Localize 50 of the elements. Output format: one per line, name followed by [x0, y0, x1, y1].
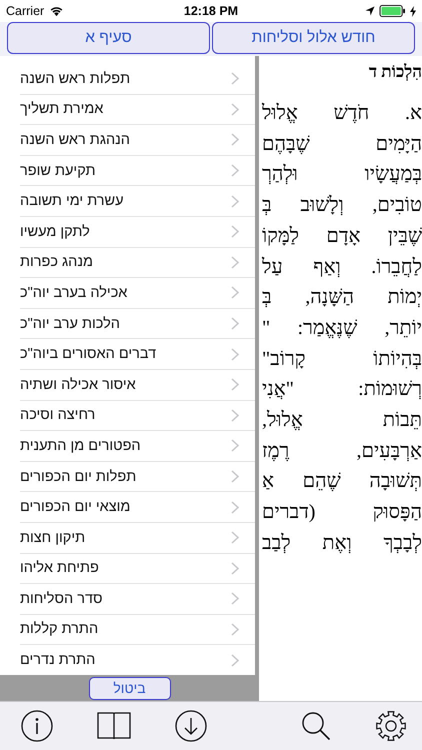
chapter-title: הִלְכוֹת ד [368, 62, 422, 83]
text-line: אַרְבָּעִים, רֶמֶז [262, 438, 422, 464]
text-line: רְשׁוּמוֹת: "אֲנִי [262, 377, 422, 402]
chevron-icon [231, 654, 239, 667]
chevron-icon [231, 562, 239, 575]
clock-time: 12:18 PM [184, 4, 238, 18]
text-line: תֵּבוֹת אֱלוּל, [262, 408, 422, 434]
info-icon[interactable] [21, 710, 53, 742]
text-line: יְמוֹת הַשָּׁנָה, בְּ [262, 285, 422, 310]
search-icon[interactable] [301, 711, 331, 741]
text-line: לַחֲבֵרוֹ. וְאַף עַל [262, 254, 422, 280]
chevron-icon [231, 531, 239, 544]
text-line: בְּהִיוֹתוֹ קָרוֹב" [262, 346, 422, 372]
chevron-icon [231, 72, 239, 86]
location-arrow-icon [364, 6, 375, 16]
chevron-icon [231, 286, 239, 300]
chevron-icon [231, 348, 239, 361]
chevron-icon [231, 225, 239, 238]
settings-icon[interactable] [375, 710, 407, 742]
chevron-icon [231, 470, 239, 484]
text-line: שֶׁבֵּין אָדָם לַמָּקוֹ [262, 224, 422, 249]
text-line: יוֹתֵר, שֶׁנֶּאֱמַר: " [262, 316, 422, 341]
chevron-icon [231, 592, 239, 606]
battery-icon [378, 5, 406, 17]
chevron-icon [231, 622, 239, 636]
chevron-icon [231, 408, 239, 422]
carrier-name: Carrier [6, 4, 44, 18]
chevron-icon [231, 378, 239, 392]
cancel-button[interactable]: ביטול [88, 676, 170, 700]
text-line: לְבָבְךָ וְאֶת לְבַב [262, 530, 422, 556]
text-line: א. חֹדֶשׁ אֱלוּל [262, 101, 422, 126]
chevron-icon [231, 164, 239, 178]
text-line: הַפָּסוּק (דברים [262, 500, 422, 526]
header-button[interactable]: חודש אלול וסליחות [212, 22, 415, 54]
charging-bolt-icon [410, 6, 416, 16]
text-line: טוֹבִים, וְלָשׁוּב בְּ [262, 193, 422, 218]
download-icon[interactable] [175, 710, 207, 742]
chevron-icon [231, 102, 239, 116]
book-icon[interactable] [97, 710, 131, 742]
header-button[interactable]: סעיף א [7, 22, 210, 54]
wifi-icon [49, 6, 64, 16]
chevron-icon [231, 500, 239, 514]
chevron-icon [231, 256, 239, 269]
chevron-icon [231, 133, 239, 146]
text-line: הַיָּמִים שֶׁבָּהֶם [262, 132, 422, 157]
chevron-icon [231, 439, 239, 452]
chevron-icon [231, 194, 239, 208]
chevron-icon [231, 317, 239, 330]
text-line: תְּשׁוּבָה שֶׁהֵם אַ [262, 469, 422, 494]
text-line: בְּמַעֲשָׂיו וּלְהַרְ [262, 162, 422, 188]
